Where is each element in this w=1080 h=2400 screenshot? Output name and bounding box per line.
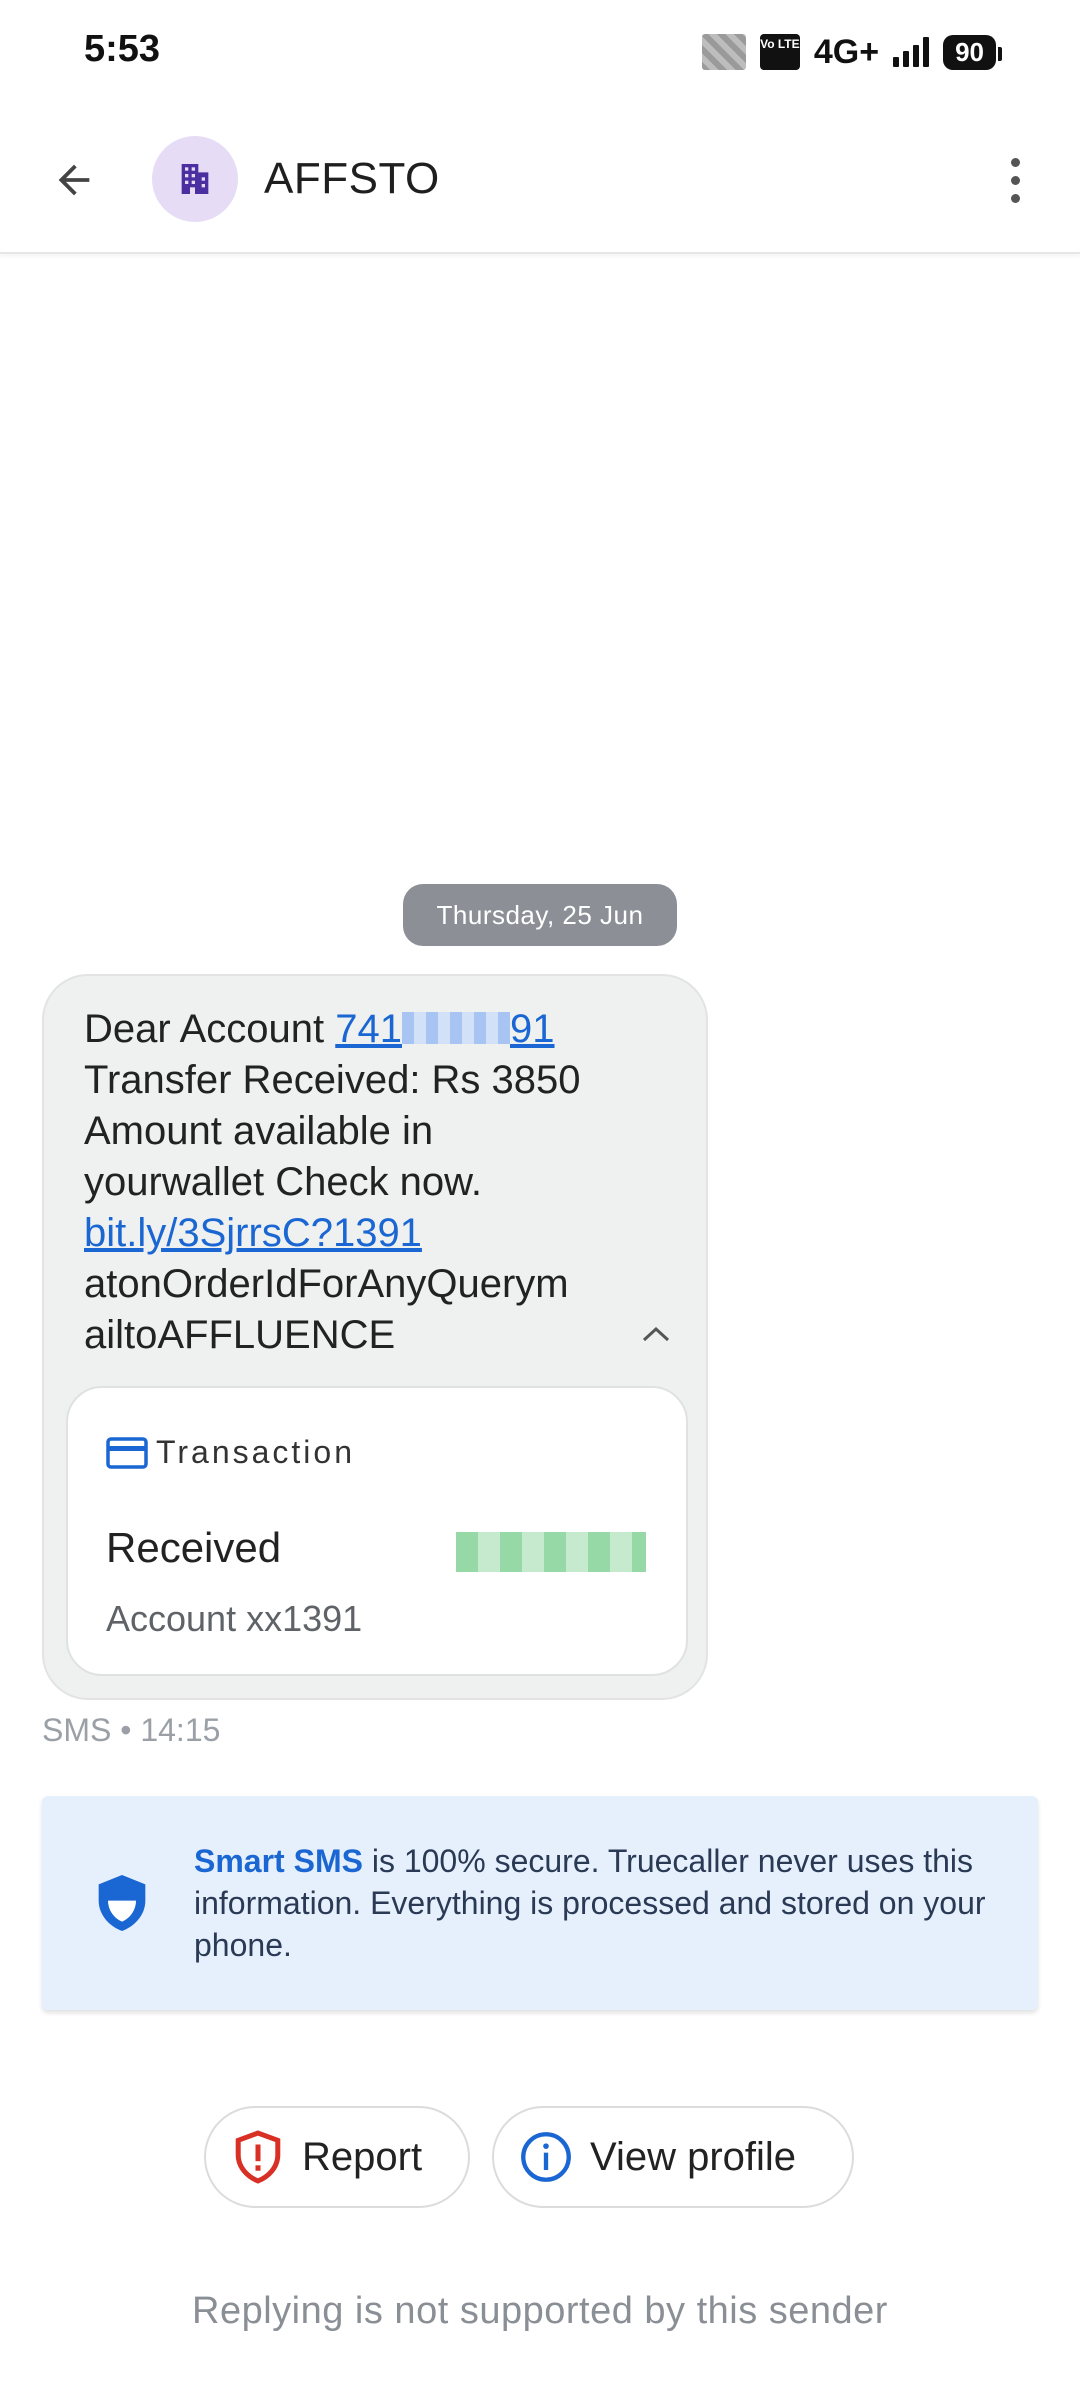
status-time: 5:53 [84, 28, 161, 70]
transaction-label: Transaction [156, 1434, 355, 1470]
status-bar: 5:53 Vo LTE 4G+ 90 [0, 0, 1080, 110]
sender-title[interactable]: AFFSTO [264, 154, 440, 204]
more-vert-icon [1010, 157, 1020, 167]
battery-level: 90 [955, 36, 984, 67]
transaction-header: Transaction [106, 1434, 355, 1471]
date-chip: Thursday, 25 Jun [403, 884, 677, 946]
card-icon [106, 1436, 148, 1469]
message-text: Dear Account 741 91 Transfer Received: Rs… [84, 1004, 664, 1361]
shield-icon [98, 1875, 146, 1931]
reply-unsupported-note: Replying is not supported by this sender [192, 2290, 888, 2332]
smart-sms-text: Smart SMS is 100% secure. Truecaller nev… [194, 1840, 1004, 1966]
masked-amount [456, 1532, 646, 1572]
message-time: 14:15 [140, 1712, 221, 1748]
report-button[interactable]: Report [204, 2106, 470, 2208]
more-options-button[interactable] [990, 150, 1040, 210]
report-label: Report [302, 2134, 423, 2179]
report-shield-icon [235, 2130, 281, 2184]
notification-icon [701, 34, 746, 70]
message-bubble[interactable]: Dear Account 741 91 Transfer Received: Rs… [42, 974, 708, 1700]
smart-sms-banner: Smart SMS is 100% secure. Truecaller nev… [42, 1796, 1038, 2010]
battery-icon: 90 [943, 34, 1002, 70]
network-type: 4G+ [813, 32, 880, 71]
back-button[interactable] [44, 150, 104, 210]
message-channel: SMS [42, 1712, 112, 1748]
message-line: yourwallet Check now. [84, 1160, 482, 1204]
transaction-card[interactable]: Transaction Received Account xx1391 [66, 1386, 688, 1676]
account-number-link[interactable]: 741 91 [335, 1007, 554, 1051]
volte-icon: Vo LTE [759, 34, 800, 70]
message-line: Amount available in [84, 1109, 434, 1153]
status-icons: Vo LTE 4G+ 90 [701, 30, 1002, 74]
transaction-status: Received [106, 1524, 282, 1571]
message-meta: SMS • 14:15 [42, 1712, 220, 1749]
transaction-account: Account xx1391 [106, 1598, 363, 1639]
view-profile-label: View profile [590, 2134, 797, 2179]
short-url-link[interactable]: bit.ly/3SjrrsC?1391 [84, 1211, 422, 1255]
chevron-up-icon [642, 1326, 670, 1342]
message-line: ailtoAFFLUENCE [84, 1313, 396, 1357]
view-profile-button[interactable]: View profile [492, 2106, 854, 2208]
info-icon [521, 2132, 571, 2182]
building-icon [181, 164, 209, 194]
collapse-button[interactable] [634, 1314, 678, 1354]
arrow-left-icon [58, 164, 90, 196]
app-bar: AFFSTO [0, 110, 1080, 254]
masked-digits [402, 1012, 510, 1044]
smart-sms-strong: Smart SMS [194, 1843, 363, 1879]
message-line: Transfer Received: Rs 3850 [84, 1058, 581, 1102]
message-line: atonOrderIdForAnyQuerym [84, 1262, 569, 1306]
message-prefix: Dear Account [84, 1007, 336, 1051]
meta-separator: • [120, 1712, 132, 1748]
signal-icon [893, 37, 930, 67]
avatar[interactable] [152, 136, 238, 222]
